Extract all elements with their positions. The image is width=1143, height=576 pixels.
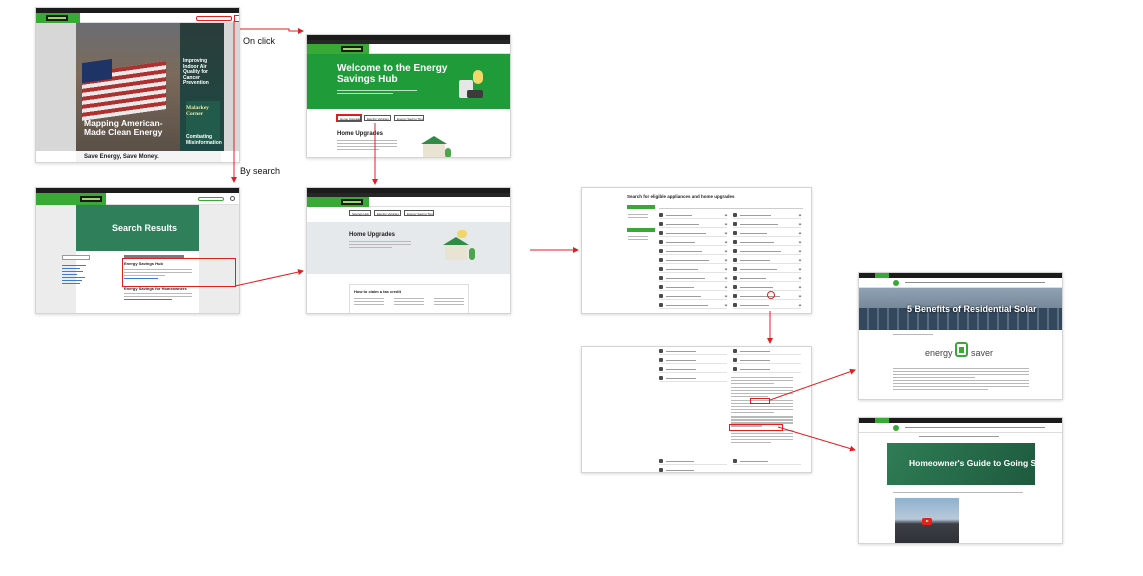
arrow-details-to-solar-guide (777, 426, 856, 452)
arrow-details-to-solar-article (769, 368, 856, 401)
arrow-home-to-hub (240, 28, 304, 34)
arrow-search-to-hub-scrolled (234, 269, 304, 287)
flow-arrows (231, 21, 856, 452)
